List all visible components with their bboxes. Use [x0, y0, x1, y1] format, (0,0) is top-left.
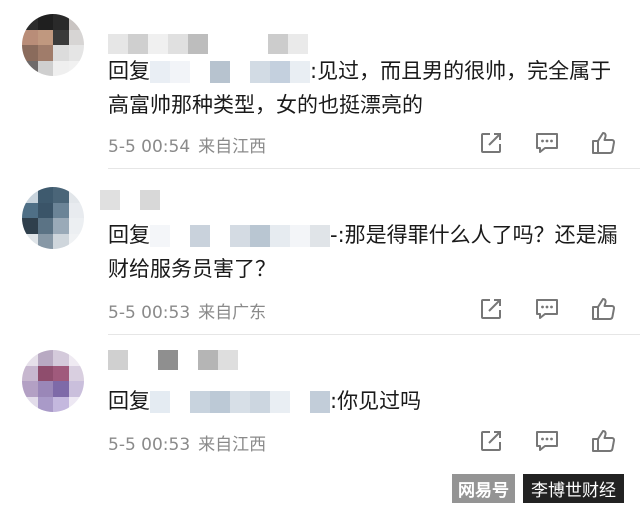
user-avatar[interactable]: [22, 187, 84, 249]
watermark-logo: 网易号: [452, 474, 515, 503]
comment-actions: [478, 296, 616, 322]
username-blurred[interactable]: [108, 350, 238, 370]
share-icon[interactable]: [478, 130, 504, 156]
mentioned-user-blurred[interactable]: [150, 389, 330, 413]
comment-icon[interactable]: [534, 130, 560, 156]
username-blurred[interactable]: [100, 190, 160, 210]
user-avatar[interactable]: [22, 350, 84, 412]
divider: [108, 334, 640, 335]
comment-location: 来自江西: [198, 137, 267, 157]
comment-meta: 5-5 00:53 来自江西: [108, 430, 266, 455]
comment-text: 回复:见过，而且男的很帅，完全属于高富帅那种类型，女的也挺漂亮的: [108, 54, 628, 122]
comment-actions: [478, 130, 616, 156]
comment-location: 来自江西: [198, 435, 267, 455]
comment-icon[interactable]: [534, 296, 560, 322]
watermark-account: 李博世财经: [523, 474, 624, 503]
comment-time: 5-5 00:54: [108, 137, 191, 157]
like-icon[interactable]: [590, 296, 616, 322]
comment-meta: 5-5 00:54 来自江西: [108, 132, 266, 157]
share-icon[interactable]: [478, 428, 504, 454]
reply-prefix: 回复: [108, 59, 150, 83]
watermark: 网易号 李博世财经: [452, 474, 624, 503]
mentioned-user-blurred[interactable]: [150, 223, 330, 247]
comment-text: 回复 :你见过吗: [108, 384, 628, 418]
share-icon[interactable]: [478, 296, 504, 322]
comment-actions: [478, 428, 616, 454]
comment-body: :你见过吗: [330, 389, 422, 413]
comment-time: 5-5 00:53: [108, 303, 191, 323]
comment-icon[interactable]: [534, 428, 560, 454]
comment-location: 来自广东: [198, 303, 267, 323]
comment-meta: 5-5 00:53 来自广东: [108, 298, 266, 323]
comment-time: 5-5 00:53: [108, 435, 191, 455]
username-blurred[interactable]: [108, 34, 308, 54]
comment-text: 回复 -:那是得罪什么人了吗？还是漏财给服务员害了？: [108, 218, 628, 286]
divider: [108, 168, 640, 169]
user-avatar[interactable]: [22, 14, 84, 76]
reply-prefix: 回复: [108, 223, 150, 247]
mentioned-user-blurred[interactable]: [150, 59, 310, 83]
reply-prefix: 回复: [108, 389, 150, 413]
like-icon[interactable]: [590, 130, 616, 156]
like-icon[interactable]: [590, 428, 616, 454]
